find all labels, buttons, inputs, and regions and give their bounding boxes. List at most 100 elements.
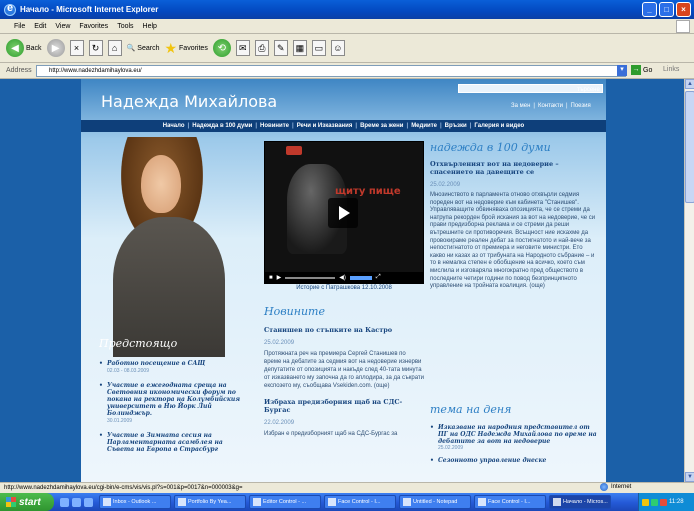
upcoming-item[interactable]: Участие в Зимната сесия на Парламентарна… <box>99 432 249 453</box>
theme-item[interactable]: Изказване на народния представител от ПГ… <box>430 424 598 451</box>
discuss-button[interactable]: ▦ <box>292 40 307 56</box>
news-article-date: 22.02.2009 <box>264 420 295 426</box>
fullscreen-icon[interactable]: ⤢ <box>376 274 381 281</box>
zone-label: Internet <box>611 484 632 490</box>
taskbar-item-active[interactable]: Начало - Micros... <box>549 495 611 509</box>
minimize-button[interactable]: _ <box>642 2 657 17</box>
mail-button[interactable]: ✉ <box>235 40 250 56</box>
quicklaunch-icon[interactable] <box>84 497 93 507</box>
browser-viewport: Надежда Михайлова търсене За мен | Контак… <box>0 79 684 482</box>
go-label: Go <box>643 66 653 74</box>
seek-bar[interactable] <box>285 276 336 279</box>
upcoming-title: Предстоящо <box>99 337 178 350</box>
upcoming-section: Предстоящо Работно посещение в САЩ02.03 … <box>99 337 249 461</box>
status-url: http://www.nadezhdamihaylova.eu/cgi-bin/… <box>4 485 243 491</box>
news-article-title[interactable]: Избрахa предизборния щаб на СДС-Бургас <box>264 398 424 414</box>
menu-favorites[interactable]: Favorites <box>79 23 108 30</box>
nav-100-words[interactable]: Надежда в 100 думи <box>192 123 252 129</box>
menu-tools[interactable]: Tools <box>117 23 133 30</box>
scroll-thumb[interactable] <box>685 91 694 203</box>
favorites-button[interactable]: ★ Favorites <box>164 40 207 57</box>
close-button[interactable]: × <box>676 2 691 17</box>
address-dropdown-icon[interactable]: ▾ <box>617 65 627 76</box>
taskbar-item[interactable]: Portfolio By Yea... <box>174 495 246 509</box>
search-icon: 🔍 <box>126 45 136 52</box>
favorites-label: Favorites <box>179 44 208 52</box>
maximize-button[interactable]: □ <box>659 2 674 17</box>
nav-speeches[interactable]: Речи и Изказвания <box>297 123 353 129</box>
quicklaunch-icon[interactable] <box>60 497 69 507</box>
menu-view[interactable]: View <box>55 23 70 30</box>
print-button[interactable]: ⎙ <box>254 40 269 56</box>
refresh-button[interactable]: ↻ <box>88 40 103 56</box>
nav-time-for-women[interactable]: Време за жени <box>360 123 403 129</box>
back-button[interactable]: ◀ Back <box>6 39 42 57</box>
tray-icon[interactable] <box>642 498 649 506</box>
play-icon[interactable] <box>328 198 358 228</box>
taskbar-item[interactable]: Inbox - Outlook ... <box>99 495 171 509</box>
nav-gallery[interactable]: Галерия и видео <box>474 123 524 129</box>
scroll-up-icon[interactable]: ▲ <box>685 79 694 89</box>
ie-icon <box>4 2 16 16</box>
link-about[interactable]: За мен <box>511 103 530 109</box>
nav-links[interactable]: Връзки <box>445 123 467 129</box>
tray-icon[interactable] <box>651 498 658 506</box>
security-zone: Internet <box>600 483 631 491</box>
status-bar: http://www.nadezhdamihaylova.eu/cgi-bin/… <box>0 482 694 493</box>
messenger-button[interactable]: ☺ <box>330 40 345 56</box>
forward-button[interactable]: ▶ <box>46 39 65 57</box>
scroll-down-icon[interactable]: ▼ <box>685 472 694 482</box>
menu-edit[interactable]: Edit <box>34 23 46 30</box>
play-small-icon[interactable]: ▶ <box>277 274 282 281</box>
edit-button[interactable]: ✎ <box>273 40 288 56</box>
back-label: Back <box>26 44 42 52</box>
upcoming-item[interactable]: Участие в ежегодната среща на Световния … <box>99 382 249 424</box>
volume-slider[interactable] <box>349 275 372 280</box>
taskbar-item[interactable]: Face Control - I... <box>474 495 546 509</box>
news-article-body: Избран е предизборният щаб на СДС-Бургас… <box>264 431 398 437</box>
video-player[interactable]: щиту пище ■ ▶ ◀) ⤢ <box>264 141 424 284</box>
taskbar-item[interactable]: Editor Control - ... <box>249 495 321 509</box>
theme-of-day-section: тема на деня Изказване на народния предс… <box>430 403 598 470</box>
search-button[interactable]: 🔍 Search <box>126 44 160 53</box>
site-nav: Начало | Надежда в 100 думи | Новините | Ре… <box>81 120 606 132</box>
portrait-photo <box>93 137 251 357</box>
theme-item[interactable]: Сезонното управление днеске <box>430 457 598 464</box>
home-button[interactable]: ⌂ <box>107 40 122 56</box>
video-caption: Историе с Патрашкова 12.10.2008 <box>296 285 392 291</box>
link-poetry[interactable]: Поезия <box>571 103 591 109</box>
quicklaunch-icon[interactable] <box>72 497 81 507</box>
menu-bar: File Edit View Favorites Tools Help <box>0 19 694 34</box>
stop-icon[interactable]: ■ <box>269 275 273 281</box>
site-name[interactable]: Надежда Михайлова <box>101 92 277 111</box>
history-button[interactable]: ⟲ <box>212 39 231 57</box>
tray-icon[interactable] <box>660 498 667 506</box>
clock[interactable]: 11:28 <box>669 499 684 505</box>
hundred-words-article-date: 25.02.2009 <box>430 182 461 188</box>
nav-media[interactable]: Медиите <box>411 123 437 129</box>
folder-button[interactable]: ▭ <box>311 40 326 56</box>
volume-icon[interactable]: ◀) <box>339 274 346 281</box>
vertical-scrollbar[interactable]: ▲ ▼ <box>684 79 694 482</box>
news-article-title[interactable]: Станишев по стъпките на Кастро <box>264 326 424 334</box>
nav-news[interactable]: Новините <box>260 123 289 129</box>
menu-file[interactable]: File <box>14 23 25 30</box>
webpage: Надежда Михайлова търсене За мен | Контак… <box>81 79 606 482</box>
start-button[interactable]: start <box>0 493 54 511</box>
links-button[interactable]: Links <box>663 66 679 73</box>
tv-logo-icon <box>286 146 302 155</box>
menu-help[interactable]: Help <box>143 23 157 30</box>
search-label: Search <box>137 44 160 52</box>
taskbar-item[interactable]: Face Control - I... <box>324 495 396 509</box>
nav-home[interactable]: Начало <box>163 123 185 129</box>
stop-button[interactable]: × <box>69 40 84 56</box>
address-input[interactable]: http://www.nadezhdamihaylova.eu/ <box>36 65 626 77</box>
news-section: Новините Станишев по стъпките на Кастро … <box>264 305 424 438</box>
link-contacts[interactable]: Контакти <box>538 103 563 109</box>
hundred-words-article-title[interactable]: Отхвърленият вот на недоверие – спасение… <box>430 160 598 176</box>
upcoming-item[interactable]: Работно посещение в САЩ02.03 - 08.03.200… <box>99 360 249 374</box>
site-search-button[interactable]: търсене <box>577 87 600 93</box>
hundred-words-section: надежда в 100 думи Отхвърленият вот на н… <box>430 141 598 291</box>
go-button[interactable]: → Go <box>631 65 652 75</box>
taskbar-item[interactable]: Untitled - Notepad <box>399 495 471 509</box>
